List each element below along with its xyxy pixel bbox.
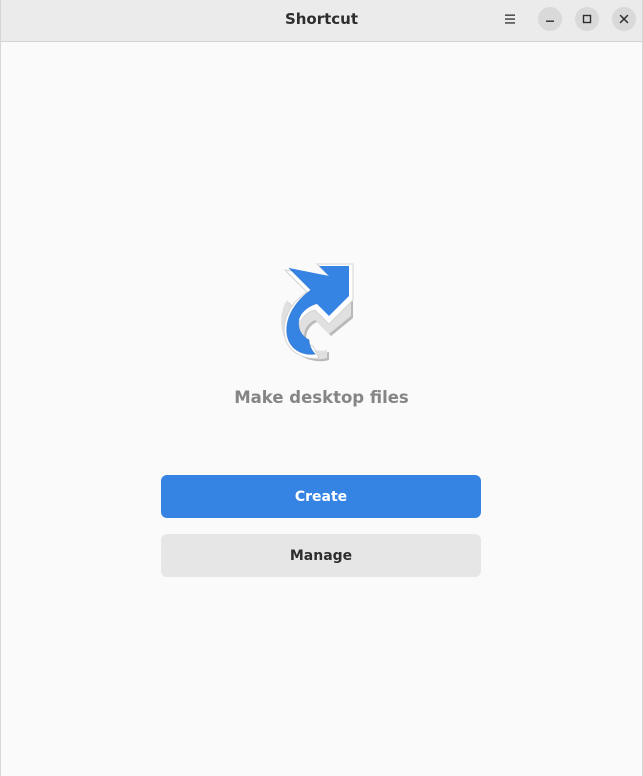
app-window: Shortcut Make desktop files Create Manag…	[0, 0, 643, 776]
maximize-button[interactable]	[575, 7, 599, 31]
manage-button-label: Manage	[289, 547, 353, 564]
create-button[interactable]: Create	[161, 475, 481, 518]
minimize-button[interactable]	[538, 7, 562, 31]
close-icon	[619, 14, 629, 24]
shortcut-arrow-icon	[281, 263, 354, 362]
app-subtitle: Make desktop files	[234, 388, 409, 407]
main-menu-button[interactable]	[498, 7, 522, 31]
main-content: Make desktop files Create Manage	[1, 42, 642, 776]
maximize-icon	[582, 14, 592, 24]
manage-button[interactable]: Manage	[161, 534, 481, 577]
minimize-icon	[546, 20, 554, 22]
hamburger-menu-icon	[505, 14, 515, 24]
create-button-label: Create	[294, 488, 348, 505]
close-button[interactable]	[612, 7, 636, 31]
headerbar: Shortcut	[1, 0, 642, 42]
